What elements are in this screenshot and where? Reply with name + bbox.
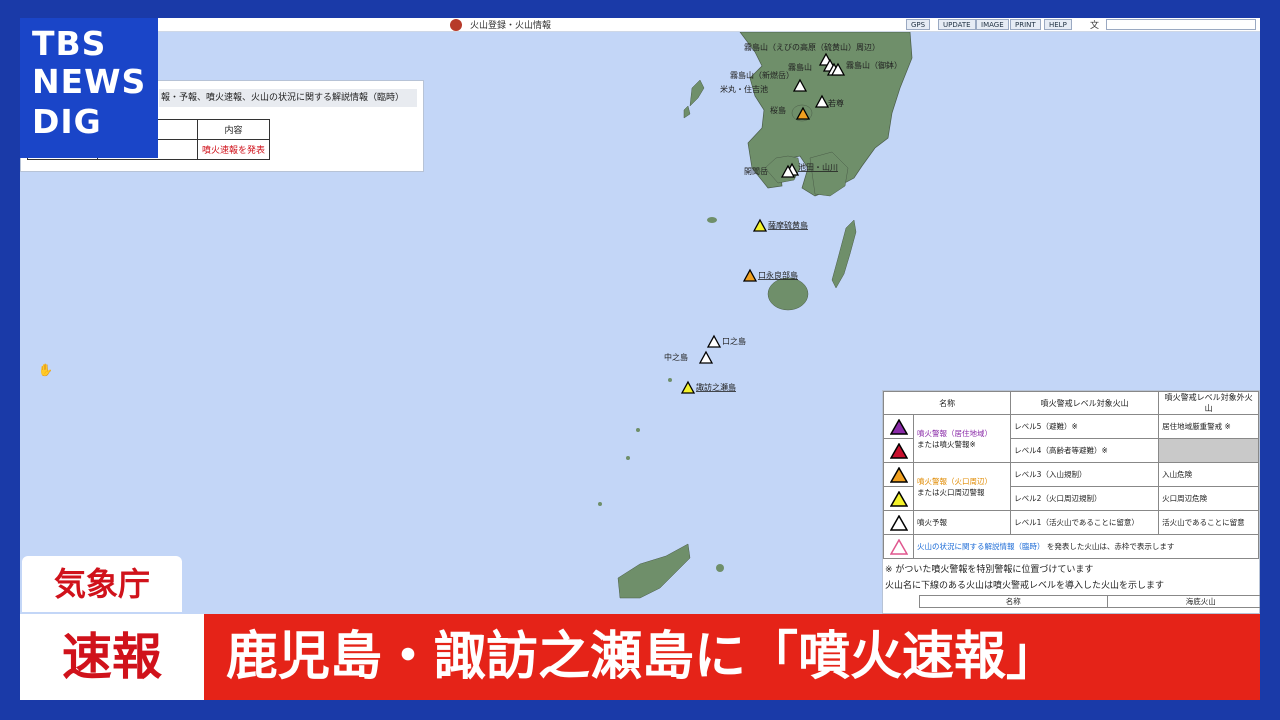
volcano-label[interactable]: 薩摩硫黄島	[768, 220, 808, 230]
pink-triangle-icon	[883, 534, 914, 559]
volcano-label[interactable]: 諏訪之瀬島	[696, 382, 736, 392]
volcano-marker-icon[interactable]	[706, 334, 722, 348]
volcano-marker-icon[interactable]	[698, 350, 714, 364]
broadcast-frame: 霧島山（えびの高原（硫黄山）周辺） 霧島山 霧島山（新燃岳） 霧島山（御鉢） 米丸・住吉…	[0, 0, 1280, 720]
info-value: 噴火速報を発表	[197, 139, 270, 160]
legend-header-level: 噴火警戒レベル対象火山	[1010, 391, 1160, 415]
yakushima	[767, 277, 809, 311]
volcano-marker-icon[interactable]	[752, 218, 768, 232]
legend-table: 名称 噴火警戒レベル対象火山 噴火警戒レベル対象外火山 噴火警報（居住地域） また…	[882, 391, 1259, 559]
koshiki-islands	[689, 79, 705, 107]
volcano-label[interactable]: 米丸・住吉池	[720, 84, 768, 94]
help-button[interactable]: HELP	[1044, 19, 1072, 30]
volcano-label[interactable]: 若尊	[828, 98, 844, 108]
language-icon[interactable]: 文	[1090, 18, 1099, 31]
image-button[interactable]: IMAGE	[976, 19, 1009, 30]
white-triangle-icon	[883, 510, 914, 535]
yellow-triangle-icon	[883, 486, 914, 511]
volcano-marker-icon[interactable]	[680, 380, 696, 394]
update-button[interactable]: UPDATE	[938, 19, 976, 30]
legend-note-1: ※ がついた噴火警報を特別警報に位置づけています	[885, 565, 1094, 575]
source-label: 気象庁	[22, 556, 182, 612]
volcano-label[interactable]: 中之島	[664, 352, 688, 362]
legend-panel: 名称 噴火警戒レベル対象火山 噴火警戒レベル対象外火山 噴火警報（居住地域） また…	[882, 390, 1260, 614]
map-screen: 霧島山（えびの高原（硫黄山）周辺） 霧島山 霧島山（新燃岳） 霧島山（御鉢） 米丸・住吉…	[20, 18, 1260, 698]
jma-logo	[450, 19, 462, 31]
volcano-marker-icon[interactable]	[742, 268, 758, 282]
orange-triangle-icon	[883, 462, 914, 487]
breaking-badge: 速報	[20, 614, 204, 700]
print-button[interactable]: PRINT	[1010, 19, 1041, 30]
toolbar-title: 火山登録・火山情報	[470, 21, 552, 31]
legend-header-name: 名称	[882, 391, 1012, 415]
volcano-label[interactable]: 開聞岳	[744, 166, 768, 176]
search-input[interactable]	[1106, 19, 1256, 30]
volcano-label[interactable]: 霧島山（えびの高原（硫黄山）周辺）	[744, 42, 880, 52]
legend-header-other: 噴火警戒レベル対象外火山	[1158, 391, 1259, 415]
purple-triangle-icon	[883, 414, 914, 439]
amami-oshima	[617, 543, 691, 599]
volcano-label[interactable]: 口之島	[722, 336, 746, 346]
hand-cursor-icon: ✋	[38, 363, 53, 377]
headline: 鹿児島・諏訪之瀬島に「噴火速報」	[204, 614, 1260, 700]
volcano-label[interactable]: 霧島山（新燃岳）	[730, 70, 794, 80]
tanegashima	[831, 219, 857, 289]
info-panel-header: 報・予報、噴火速報、火山の状況に関する解説情報（臨時）	[159, 89, 417, 107]
submarine-table: 名称 海底火山	[919, 595, 1260, 608]
volcano-label[interactable]: 口永良部島	[758, 270, 798, 280]
legend-note-2: 火山名に下線のある火山は噴火警戒レベルを導入した火山を示します	[885, 581, 1165, 591]
top-toolbar: 火山登録・火山情報 GPS UPDATE IMAGE PRINT HELP 文	[20, 18, 1260, 32]
tbs-news-dig-logo: TBS NEWS DIG	[20, 18, 158, 158]
volcano-label[interactable]: 池田・山川	[798, 162, 838, 172]
gps-button[interactable]: GPS	[906, 19, 931, 30]
volcano-label[interactable]: 桜島	[770, 105, 786, 115]
red-triangle-icon	[883, 438, 914, 463]
volcano-label[interactable]: 霧島山（御鉢）	[846, 60, 902, 70]
info-col-header: 内容	[197, 119, 270, 140]
